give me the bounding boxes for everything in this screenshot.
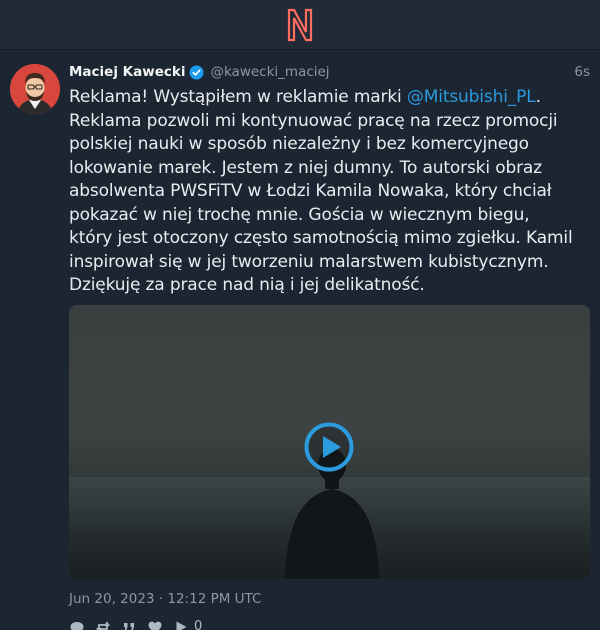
quote-icon [124,622,134,630]
likes-stat[interactable] [147,619,163,630]
tweet-stats: 0 [69,617,590,630]
comments-stat[interactable] [69,619,85,630]
quotes-stat[interactable] [121,619,137,630]
comment-icon [70,621,84,630]
tweet-time-link[interactable]: 6s [574,64,590,80]
verified-badge-icon [189,64,204,80]
content-text-start: Reklama! Wystąpiłem w reklamie marki [69,87,407,107]
plays-count: 0 [194,619,203,630]
mention-link[interactable]: @Mitsubishi_PL [407,87,536,107]
nitter-logo-icon[interactable] [286,8,314,42]
plays-stat[interactable]: 0 [173,619,202,630]
top-navbar [0,0,600,50]
tweet-header: Maciej Kawecki @kawecki_maciej 6s [69,62,590,82]
username-link[interactable]: @kawecki_maciej [210,64,329,80]
avatar[interactable] [10,64,60,114]
fullname-link[interactable]: Maciej Kawecki [69,64,185,80]
play-icon [176,621,187,630]
play-button-icon[interactable] [304,422,354,472]
video-thumbnail[interactable] [69,304,590,579]
tweet-date[interactable]: Jun 20, 2023 · 12:12 PM UTC [69,591,590,607]
content-text-rest: . Reklama pozwoli mi kontynuować pracę n… [69,87,573,295]
retweet-icon [96,620,110,630]
heart-icon [148,621,162,630]
tweet: Maciej Kawecki @kawecki_maciej 6s Reklam… [0,50,600,630]
tweet-content: Reklama! Wystąpiłem w reklamie marki @Mi… [69,86,590,298]
retweets-stat[interactable] [95,619,111,630]
